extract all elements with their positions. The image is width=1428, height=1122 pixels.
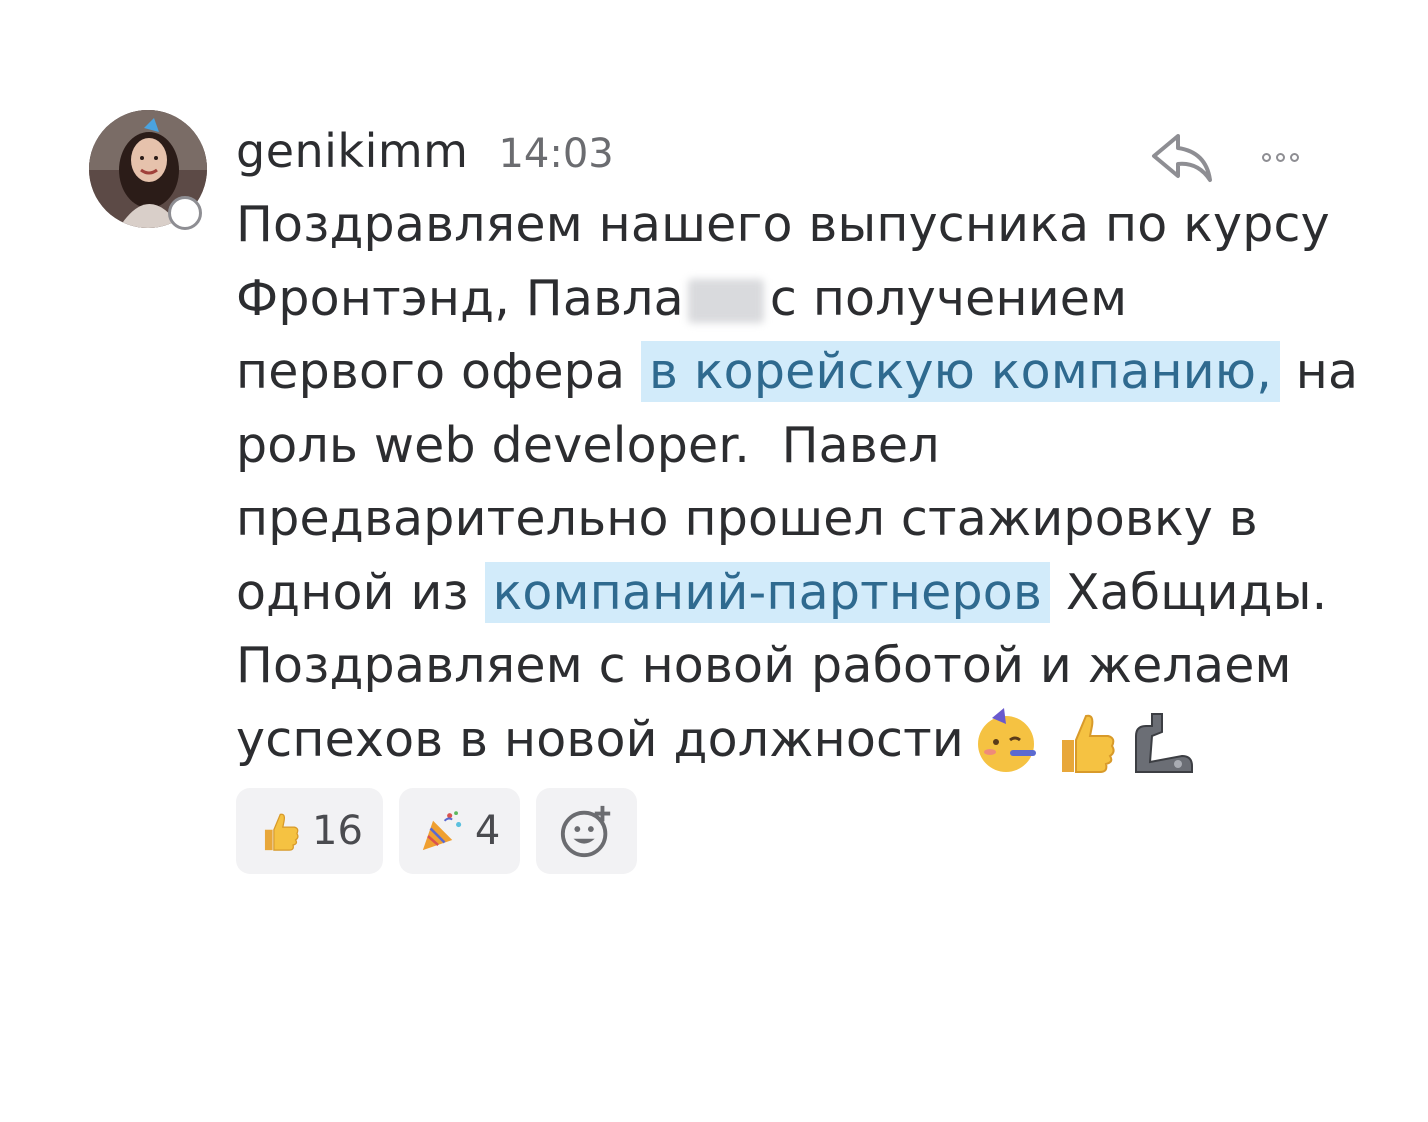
add-reaction-icon [560,805,611,858]
dot-icon [1262,152,1271,162]
reaction-party-popper[interactable]: 4 [398,788,521,874]
reaction-count: 16 [312,808,363,854]
reaction-thumbs-up[interactable]: 16 [236,788,383,874]
text-line: Поздравляем с новой работой и желаем [236,629,1326,703]
party-popper-icon [422,811,462,851]
text-line: первого офера в корейскую компанию, на [236,335,1358,409]
text-line: предварительно прошел стажировку в [236,482,1326,556]
reactions-bar: 16 4 [236,788,638,874]
reply-icon[interactable] [1148,130,1214,186]
thumbs-up-icon [264,813,299,851]
text-segment: предварительно прошел стажировку в [236,490,1258,547]
text-line: роль web developer. Павел [236,409,1326,483]
text-segment: успехов в новой должности [236,710,964,768]
text-segment: на [1295,343,1359,400]
message-header: genikimm 14:03 [236,124,614,180]
timestamp[interactable]: 14:03 [498,131,613,177]
text-segment: роль web developer. Павел [236,416,940,474]
reaction-count: 4 [474,808,501,854]
text-segment: с получением [769,269,1128,327]
text-segment: одной из [236,563,469,621]
presence-status-icon [168,196,202,230]
more-icon[interactable] [1262,148,1308,166]
username[interactable]: genikimm [236,124,468,178]
highlighted-text: компаний-партнеров [484,561,1051,623]
dot-icon [1290,152,1299,162]
text-line: одной из компаний-партнеров Хабщиды. [236,556,1328,630]
message-text: Поздравляем нашего выпусника по курсу Фр… [236,188,1358,777]
text-segment: первого офера [236,343,626,400]
partying-face-icon [970,706,1042,778]
text-segment: Фронтэнд, Павла [236,269,684,327]
text-line: успехов в новой должности [236,703,1326,777]
text-segment: Поздравляем нашего выпусника по курсу [236,196,1330,253]
text-line: Поздравляем нашего выпусника по курсу [236,188,1330,262]
text-segment: Поздравляем с новой работой и желаем [236,637,1292,694]
highlighted-text: в корейскую компанию, [640,341,1280,402]
thumbs-up-icon [1048,706,1120,778]
chat-message: genikimm 14:03 Поздравляем нашего выпусн… [0,0,1428,1122]
mechanical-arm-icon [1126,706,1198,778]
add-reaction-button[interactable] [536,788,638,874]
text-line: Фронтэнд, Павла с получением [236,262,1326,336]
redacted-name [687,279,764,323]
text-segment: Хабщиды. [1065,563,1328,621]
dot-icon [1276,152,1285,162]
